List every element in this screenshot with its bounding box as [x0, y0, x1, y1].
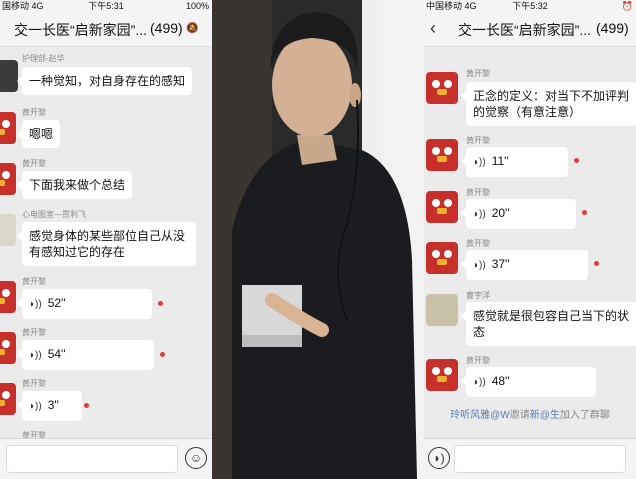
avatar[interactable]: [0, 281, 16, 313]
message-text[interactable]: 正念的定义：对当下不加评判的觉察（有意注意）: [461, 82, 636, 126]
unread-dot: [158, 301, 163, 306]
emoji-icon[interactable]: ☺: [185, 447, 207, 469]
sender-name: 黄开黎: [466, 356, 490, 365]
voice-wave-icon: ◗)): [473, 157, 486, 168]
inviter-name[interactable]: 玲听风雅@W: [450, 410, 510, 421]
input-bar: ☺: [0, 438, 212, 479]
voice-message[interactable]: ◗)) 37'': [461, 250, 588, 280]
avatar[interactable]: [0, 214, 16, 246]
message-text[interactable]: 一种觉知，对自身存在的感知: [16, 67, 193, 95]
avatar[interactable]: [426, 294, 458, 326]
voice-duration: 52'': [47, 296, 66, 310]
avatar[interactable]: [426, 72, 458, 104]
avatar[interactable]: [426, 191, 458, 223]
chat-title: 交一长医“启新家园”...: [14, 22, 147, 38]
sender-name: 黄开黎: [22, 108, 46, 117]
voice-duration: 37'': [491, 257, 510, 271]
voice-message[interactable]: ◗)) 11'': [461, 147, 568, 177]
sender-name: 黄开黎: [22, 159, 46, 168]
message-text[interactable]: 下面我来做个总结: [16, 171, 133, 199]
sender-name: 黄开黎: [22, 379, 46, 388]
sender-name: 黄开黎: [22, 328, 46, 337]
input-bar: ◗): [424, 438, 636, 479]
unread-dot: [84, 403, 89, 408]
sender-name: 黄开黎: [466, 136, 490, 145]
voice-message[interactable]: ◗)) 20'': [461, 199, 576, 229]
message-text[interactable]: 感觉身体的某些部位自己从没有感知过它的存在: [17, 222, 196, 266]
unread-dot: [594, 261, 599, 266]
chat-header: 交一长医“启新家园”... (499) 🔕: [0, 13, 212, 47]
unread-dot: [574, 158, 579, 163]
left-chat-screenshot: 国移动 4G 下午5:31 100% 交一长医“启新家园”... (499) 🔕…: [0, 0, 212, 479]
voice-wave-icon: ◗)): [473, 209, 486, 220]
mute-bell-icon: 🔕: [186, 23, 199, 34]
voice-duration: 3'': [47, 398, 59, 412]
sender-name: 黄开黎: [466, 69, 490, 78]
voice-wave-icon: ◗)): [29, 299, 42, 310]
speaker-photo: [212, 0, 424, 479]
invite-verb: 邀请: [509, 410, 530, 421]
voice-input-icon[interactable]: ◗): [428, 447, 450, 469]
message-input[interactable]: [454, 445, 626, 473]
message-text[interactable]: 嗯嗯: [16, 120, 61, 148]
chat-title: 交一长医“启新家园”...: [458, 22, 591, 38]
unread-dot: [582, 210, 587, 215]
avatar[interactable]: [0, 332, 16, 364]
avatar[interactable]: [426, 359, 458, 391]
clock: 下午5:31: [88, 1, 124, 11]
voice-message[interactable]: ◗)) 54'': [17, 340, 154, 370]
voice-duration: 48'': [491, 374, 510, 388]
avatar[interactable]: [0, 112, 16, 144]
avatar[interactable]: [426, 242, 458, 274]
right-chat-screenshot: 中国移动 4G 下午5:32 ⏰ ‹ 交一长医“启新家园”... (499) 黄…: [424, 0, 636, 479]
avatar[interactable]: [426, 139, 458, 171]
unread-dot: [160, 352, 165, 357]
avatar[interactable]: [0, 163, 16, 195]
voice-message[interactable]: ◗)) 3'': [17, 391, 82, 421]
alarm-icon: ⏰: [621, 1, 633, 11]
voice-message[interactable]: ◗)) 48'': [461, 367, 596, 397]
message-input[interactable]: [6, 445, 178, 473]
member-count: (499): [596, 20, 629, 36]
avatar[interactable]: [0, 60, 18, 92]
chat-header: ‹ 交一长医“启新家园”... (499): [424, 13, 636, 47]
voice-duration: 20'': [491, 206, 510, 220]
photo-illustration: [212, 0, 424, 479]
voice-message[interactable]: ◗)) 52'': [17, 289, 152, 319]
clock: 下午5:32: [512, 1, 548, 11]
sender-name: 黄开黎: [466, 188, 490, 197]
voice-duration: 54'': [47, 347, 66, 361]
voice-wave-icon: ◗)): [29, 350, 42, 361]
status-bar: 国移动 4G 下午5:31 100%: [0, 0, 212, 13]
sender-name: 曹宇洋: [466, 291, 490, 300]
voice-wave-icon: ◗)): [473, 260, 486, 271]
voice-wave-icon: ◗)): [473, 377, 486, 388]
status-bar: 中国移动 4G 下午5:32 ⏰: [424, 0, 636, 13]
system-suffix: 加入了群聊: [559, 410, 610, 421]
sender-name: 黄开黎: [22, 277, 46, 286]
back-chevron-icon[interactable]: ‹: [430, 18, 436, 39]
message-text[interactable]: 感觉就是很包容自己当下的状态: [461, 302, 636, 346]
sender-name: 心电图室—贾利飞: [22, 210, 86, 219]
battery-label: 100%: [185, 1, 209, 11]
voice-duration: 11'': [491, 154, 509, 168]
voice-wave-icon: ◗)): [29, 401, 42, 412]
member-count: (499): [150, 20, 183, 36]
invitee-name[interactable]: 新@生: [530, 410, 560, 421]
sender-name: 黄开黎: [466, 239, 490, 248]
avatar[interactable]: [0, 383, 16, 415]
system-message: 玲听风雅@W邀请新@生加入了群聊: [424, 406, 636, 421]
sender-name: 护理部-赵华: [22, 54, 65, 63]
